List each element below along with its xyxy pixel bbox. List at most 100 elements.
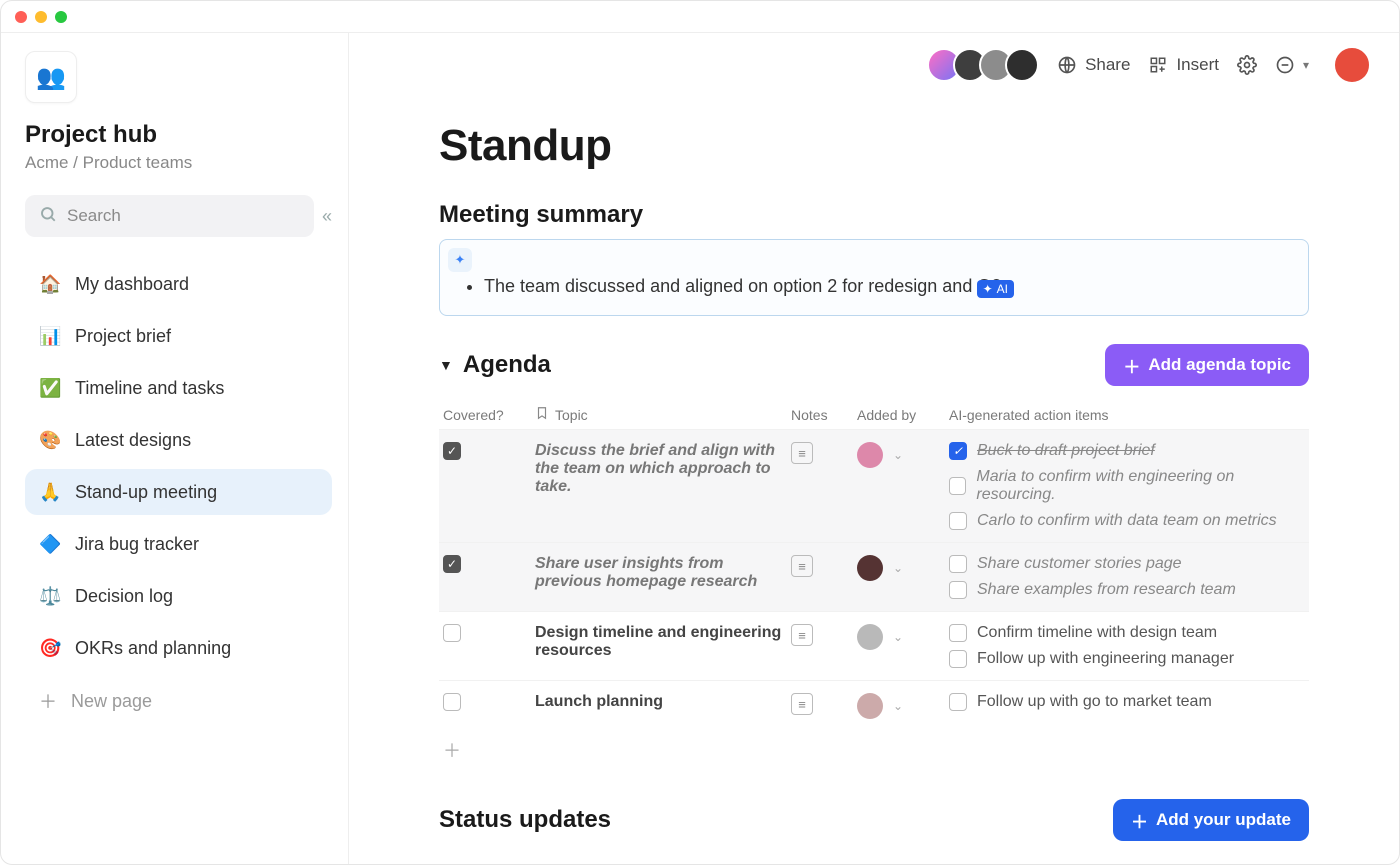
- add-row-button[interactable]: ＋: [439, 731, 1309, 769]
- sidebar-item-icon: ✅: [39, 378, 61, 399]
- topic-cell[interactable]: Launch planning: [535, 693, 785, 711]
- search-icon: [39, 205, 57, 228]
- sidebar-item-label: OKRs and planning: [75, 638, 231, 659]
- summary-bullet[interactable]: The team discussed and aligned on option…: [484, 276, 1290, 297]
- avatar[interactable]: [857, 693, 883, 719]
- sidebar: 👥 Project hub Acme / Product teams Searc…: [1, 33, 349, 864]
- sidebar-item-label: Decision log: [75, 586, 173, 607]
- topbar: Share Insert ▾: [349, 33, 1399, 97]
- action-item-checkbox[interactable]: [949, 693, 967, 711]
- titlebar: [1, 1, 1399, 33]
- action-item[interactable]: Confirm timeline with design team: [949, 624, 1305, 642]
- breadcrumb[interactable]: Acme / Product teams: [25, 153, 332, 173]
- workspace-icon[interactable]: 👥: [25, 51, 77, 103]
- action-item-checkbox[interactable]: ✓: [949, 442, 967, 460]
- action-item-text: Maria to confirm with engineering on res…: [976, 468, 1305, 504]
- avatar[interactable]: [857, 555, 883, 581]
- new-page-button[interactable]: ＋ New page: [25, 681, 332, 721]
- table-row: ✓ Share user insights from previous homep…: [439, 542, 1309, 611]
- sidebar-item-label: Stand-up meeting: [75, 482, 217, 503]
- gear-icon[interactable]: [1237, 55, 1257, 75]
- comments-button[interactable]: ▾: [1275, 55, 1309, 75]
- col-ai-items: AI-generated action items: [949, 407, 1305, 423]
- current-user-avatar[interactable]: [1333, 46, 1371, 84]
- topic-cell[interactable]: Discuss the brief and align with the tea…: [535, 442, 785, 496]
- sidebar-item[interactable]: 🎯OKRs and planning: [25, 625, 332, 671]
- add-agenda-label: Add agenda topic: [1148, 355, 1291, 375]
- avatar[interactable]: [857, 624, 883, 650]
- col-covered: Covered?: [443, 407, 529, 423]
- chevron-down-icon[interactable]: ⌄: [893, 699, 903, 713]
- notes-icon[interactable]: ≡: [791, 442, 813, 464]
- table-row: Design timeline and engineering resource…: [439, 611, 1309, 680]
- sidebar-item[interactable]: 🙏 Stand-up meeting: [25, 469, 332, 515]
- covered-checkbox[interactable]: ✓: [443, 442, 461, 460]
- covered-checkbox[interactable]: [443, 624, 461, 642]
- ai-badge[interactable]: ✦ AI: [977, 280, 1014, 298]
- sidebar-item-label: Jira bug tracker: [75, 534, 199, 555]
- window-minimize-icon[interactable]: [35, 11, 47, 23]
- window-close-icon[interactable]: [15, 11, 27, 23]
- add-agenda-button[interactable]: ＋ Add agenda topic: [1105, 344, 1309, 386]
- topic-cell[interactable]: Share user insights from previous homepa…: [535, 555, 785, 591]
- globe-icon: [1057, 55, 1077, 75]
- action-item-text: Share examples from research team: [977, 581, 1236, 599]
- plus-icon: ＋: [1123, 353, 1140, 378]
- page-title[interactable]: Standup: [439, 121, 1309, 171]
- agenda-heading: Agenda: [463, 351, 551, 379]
- search-input[interactable]: Search: [25, 195, 314, 237]
- topic-cell[interactable]: Design timeline and engineering resource…: [535, 624, 785, 660]
- chevron-down-icon[interactable]: ⌄: [893, 448, 903, 462]
- action-item[interactable]: Follow up with go to market team: [949, 693, 1305, 711]
- action-item[interactable]: ✓Buck to draft project brief: [949, 442, 1305, 460]
- add-update-label: Add your update: [1156, 810, 1291, 830]
- presence-avatars[interactable]: [935, 48, 1039, 82]
- sidebar-item-icon: 📊: [39, 326, 61, 347]
- avatar[interactable]: [857, 442, 883, 468]
- notes-icon[interactable]: ≡: [791, 693, 813, 715]
- action-item-checkbox[interactable]: [949, 650, 967, 668]
- meeting-summary-box[interactable]: ✦ The team discussed and aligned on opti…: [439, 239, 1309, 316]
- action-item[interactable]: Follow up with engineering manager: [949, 650, 1305, 668]
- sidebar-item[interactable]: 🔷Jira bug tracker: [25, 521, 332, 567]
- chevron-down-icon[interactable]: ⌄: [893, 561, 903, 575]
- sparkle-icon[interactable]: ✦: [448, 248, 472, 272]
- covered-checkbox[interactable]: [443, 693, 461, 711]
- action-item[interactable]: Share examples from research team: [949, 581, 1305, 599]
- page-content: Standup Meeting summary ✦ The team discu…: [349, 97, 1399, 864]
- caret-down-icon[interactable]: ▼: [439, 357, 453, 373]
- notes-icon[interactable]: ≡: [791, 555, 813, 577]
- action-item-checkbox[interactable]: [949, 581, 967, 599]
- action-item-checkbox[interactable]: [949, 477, 966, 495]
- action-item-checkbox[interactable]: [949, 624, 967, 642]
- chevron-down-icon[interactable]: ⌄: [893, 630, 903, 644]
- workspace-title: Project hub: [25, 121, 332, 149]
- table-header: Covered? Topic Notes Added by AI-generat…: [439, 400, 1309, 429]
- ai-items-cell: Follow up with go to market team: [949, 693, 1305, 711]
- sidebar-item[interactable]: ⚖️Decision log: [25, 573, 332, 619]
- share-label: Share: [1085, 55, 1130, 75]
- add-update-button[interactable]: ＋ Add your update: [1113, 799, 1309, 841]
- sidebar-item[interactable]: 🏠My dashboard: [25, 261, 332, 307]
- sidebar-item-label: My dashboard: [75, 274, 189, 295]
- action-item-text: Confirm timeline with design team: [977, 624, 1217, 642]
- avatar[interactable]: [1005, 48, 1039, 82]
- sidebar-item[interactable]: 📊Project brief: [25, 313, 332, 359]
- covered-checkbox[interactable]: ✓: [443, 555, 461, 573]
- action-item-checkbox[interactable]: [949, 512, 967, 530]
- sidebar-item[interactable]: ✅Timeline and tasks: [25, 365, 332, 411]
- window-zoom-icon[interactable]: [55, 11, 67, 23]
- sidebar-nav: 🏠My dashboard 📊Project brief ✅Timeline and…: [25, 261, 332, 671]
- sidebar-item-icon: 🙏: [39, 482, 61, 503]
- plus-icon: ＋: [39, 688, 57, 714]
- action-item[interactable]: Maria to confirm with engineering on res…: [949, 468, 1305, 504]
- sidebar-item[interactable]: 🎨Latest designs: [25, 417, 332, 463]
- main-area: Share Insert ▾: [349, 33, 1399, 864]
- share-button[interactable]: Share: [1057, 55, 1130, 75]
- action-item-checkbox[interactable]: [949, 555, 967, 573]
- collapse-sidebar-icon[interactable]: «: [322, 206, 332, 227]
- insert-button[interactable]: Insert: [1148, 55, 1219, 75]
- action-item[interactable]: Carlo to confirm with data team on metri…: [949, 512, 1305, 530]
- action-item[interactable]: Share customer stories page: [949, 555, 1305, 573]
- notes-icon[interactable]: ≡: [791, 624, 813, 646]
